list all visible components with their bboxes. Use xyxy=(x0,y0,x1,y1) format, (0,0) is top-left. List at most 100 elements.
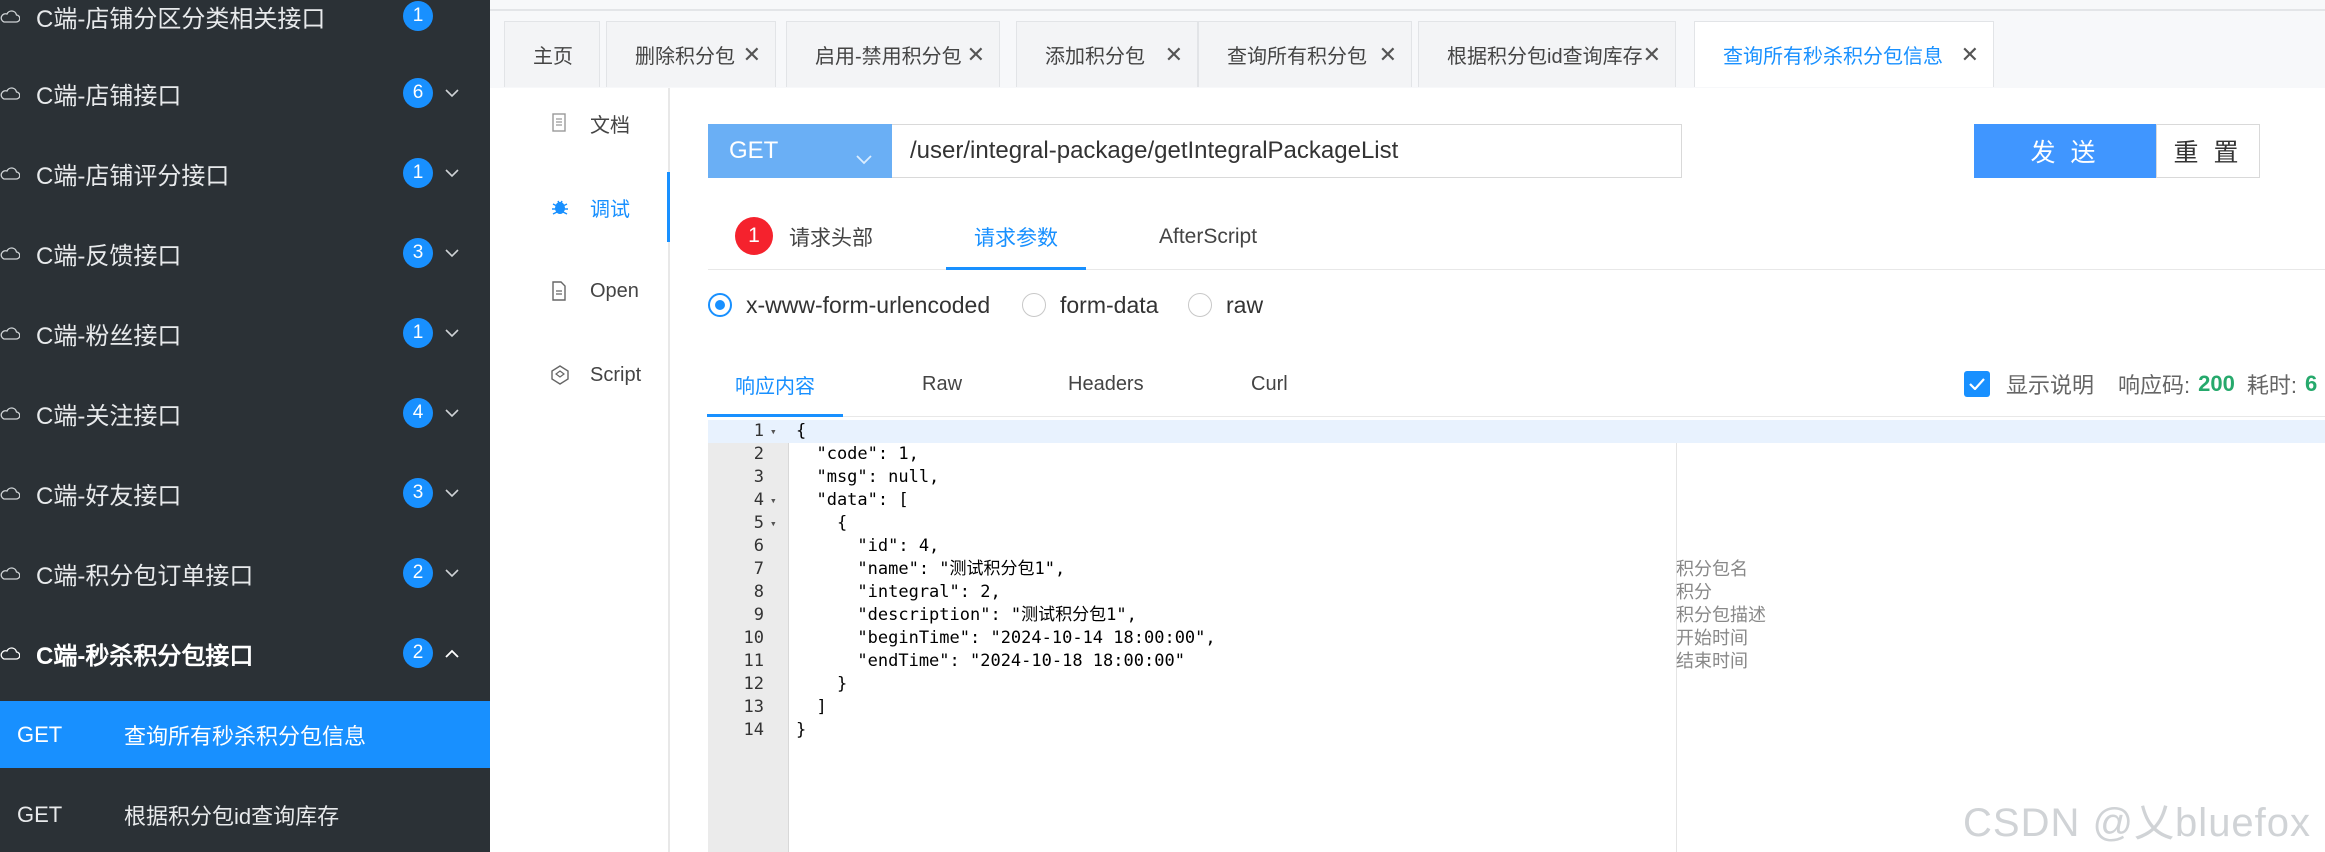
code-text: "beginTime": "2024-10-14 18:00:00", xyxy=(796,628,1216,648)
tab-toggle-package[interactable]: 启用-禁用积分包 ✕ xyxy=(786,21,1000,87)
status-code-label: 响应码: xyxy=(2118,373,2191,398)
reset-button[interactable]: 重 置 xyxy=(2156,124,2260,178)
code-text: "id": 4, xyxy=(796,536,940,556)
line-number: 11 xyxy=(743,651,764,671)
code-text: "integral": 2, xyxy=(796,582,1001,602)
method-select[interactable]: GET xyxy=(708,124,892,178)
bug-icon xyxy=(550,197,570,217)
count-badge: 1 xyxy=(403,318,433,348)
code-line: 6 "id": 4, xyxy=(708,535,2325,558)
sidebar-group-package-orders[interactable]: C端-积分包订单接口 2 xyxy=(0,533,490,613)
tab-label: Headers xyxy=(1068,372,1144,395)
radio-circle xyxy=(1188,293,1212,317)
tab-query-seckill-active[interactable]: 查询所有秒杀积分包信息 ✕ xyxy=(1694,21,1994,87)
tab-add-package[interactable]: 添加积分包 ✕ xyxy=(1016,21,1198,87)
radio-form-data[interactable]: form-data xyxy=(1022,285,1158,325)
tab-delete-package[interactable]: 删除积分包 ✕ xyxy=(606,21,776,87)
code-line: 11 "endTime": "2024-10-18 18:00:00" xyxy=(708,650,2325,673)
tab-bar-divider xyxy=(490,9,2325,11)
radio-raw[interactable]: raw xyxy=(1188,285,1263,325)
cloud-icon xyxy=(0,53,20,133)
sidebar-group-feedback[interactable]: C端-反馈接口 3 xyxy=(0,213,490,293)
tab-request-headers[interactable]: 1 请求头部 xyxy=(735,205,885,269)
tab-label: 响应内容 xyxy=(735,375,815,398)
sidebar-group-shop-rating[interactable]: C端-店铺评分接口 1 xyxy=(0,133,490,213)
response-code-editor[interactable]: 1 ▾{2 "code": 1, 3 "msg": null, 4 ▾ "data": … xyxy=(708,420,2325,852)
code-text: "code": 1, xyxy=(796,444,919,464)
code-line: 7 "name": "测试积分包1", xyxy=(708,558,2325,581)
count-badge: 1 xyxy=(403,158,433,188)
close-icon[interactable]: ✕ xyxy=(1165,42,1183,68)
chevron-down-icon xyxy=(855,145,873,165)
close-icon[interactable]: ✕ xyxy=(743,42,761,68)
radio-circle xyxy=(708,293,732,317)
sidebar-group-label: C端-秒杀积分包接口 xyxy=(36,642,254,670)
url-input[interactable] xyxy=(892,124,1682,178)
fold-arrow-icon[interactable]: ▾ xyxy=(770,420,777,443)
tab-afterscript[interactable]: AfterScript xyxy=(1159,205,1257,269)
cloud-icon xyxy=(0,373,20,453)
sidebar-api-item[interactable]: GET 根据积分包id查询库存 xyxy=(0,781,490,848)
cloud-icon xyxy=(0,213,20,293)
sidebar-group-partial[interactable]: C端-店铺分区分类相关接口 1 xyxy=(0,0,490,56)
tab-response-content[interactable]: 响应内容 xyxy=(707,352,843,417)
tab-response-curl[interactable]: Curl xyxy=(1251,352,1288,416)
tab-label: 主页 xyxy=(533,46,573,68)
sidebar-group-label: C端-粉丝接口 xyxy=(36,322,182,350)
send-button[interactable]: 发 送 xyxy=(1974,124,2156,178)
nav-debug[interactable]: 调试 xyxy=(490,172,670,242)
close-icon[interactable]: ✕ xyxy=(967,42,985,68)
method-value: GET xyxy=(729,137,779,164)
code-line: 1 ▾ { xyxy=(708,420,2325,443)
sidebar-group-seckill-package[interactable]: C端-秒杀积分包接口 2 xyxy=(0,613,490,693)
tab-response-raw[interactable]: Raw xyxy=(922,352,962,416)
radio-urlencoded[interactable]: x-www-form-urlencoded xyxy=(708,285,990,325)
chevron-down-icon xyxy=(442,323,462,343)
code-text: { xyxy=(796,421,807,441)
radio-circle xyxy=(1022,293,1046,317)
cloud-icon xyxy=(0,133,20,213)
line-number: 10 xyxy=(743,628,764,648)
nav-open[interactable]: Open xyxy=(490,256,668,326)
code-text: ] xyxy=(796,697,827,717)
field-description: 积分包描述 xyxy=(1676,605,1766,626)
nav-document[interactable]: 文档 xyxy=(490,88,668,158)
tab-home[interactable]: 主页 xyxy=(504,21,600,87)
sidebar-group-label: C端-关注接口 xyxy=(36,402,182,430)
tab-label: AfterScript xyxy=(1159,225,1258,248)
tab-label: 添加积分包 xyxy=(1045,46,1145,68)
request-bar: GET 发 送 重 置 xyxy=(708,124,2260,180)
sidebar-group-label: C端-好友接口 xyxy=(36,482,182,510)
nav-script[interactable]: Script xyxy=(490,340,668,410)
code-line: 2 "code": 1, xyxy=(708,443,2325,466)
line-number: 9 xyxy=(753,605,764,625)
show-desc-checkbox[interactable] xyxy=(1964,371,1990,397)
sidebar-group-label: C端-积分包订单接口 xyxy=(36,562,254,590)
http-method-label: GET xyxy=(17,801,63,827)
close-icon[interactable]: ✕ xyxy=(1961,42,1979,68)
api-name-label: 查询所有秒杀积分包信息 xyxy=(124,723,367,749)
nav-label: 文档 xyxy=(590,114,630,137)
http-method-label: GET xyxy=(17,721,63,747)
tab-query-stock[interactable]: 根据积分包id查询库存 ✕ xyxy=(1418,21,1676,87)
close-icon[interactable]: ✕ xyxy=(1643,42,1661,68)
sidebar-group-fans[interactable]: C端-粉丝接口 1 xyxy=(0,293,490,373)
close-icon[interactable]: ✕ xyxy=(1379,42,1397,68)
tab-query-packages[interactable]: 查询所有积分包 ✕ xyxy=(1198,21,1412,87)
code-line: 5 ▾ { xyxy=(708,512,2325,535)
fold-arrow-icon[interactable]: ▾ xyxy=(770,489,777,512)
line-number: 6 xyxy=(753,536,764,556)
tab-response-headers[interactable]: Headers xyxy=(1068,352,1144,416)
sidebar-group-shop[interactable]: C端-店铺接口 6 xyxy=(0,53,490,133)
line-number: 1 xyxy=(753,421,764,441)
fold-arrow-icon[interactable]: ▾ xyxy=(770,512,777,535)
code-text: } xyxy=(796,720,807,740)
sidebar-api-item-active[interactable]: GET 查询所有秒杀积分包信息 xyxy=(0,701,490,768)
code-line: 14} xyxy=(708,719,2325,742)
sidebar-group-follow[interactable]: C端-关注接口 4 xyxy=(0,373,490,453)
field-description: 结束时间 xyxy=(1676,651,1748,672)
tab-request-params[interactable]: 请求参数 xyxy=(946,205,1086,270)
code-line: 12 } xyxy=(708,673,2325,696)
sidebar-group-friends[interactable]: C端-好友接口 3 xyxy=(0,453,490,533)
file-icon xyxy=(550,281,570,301)
